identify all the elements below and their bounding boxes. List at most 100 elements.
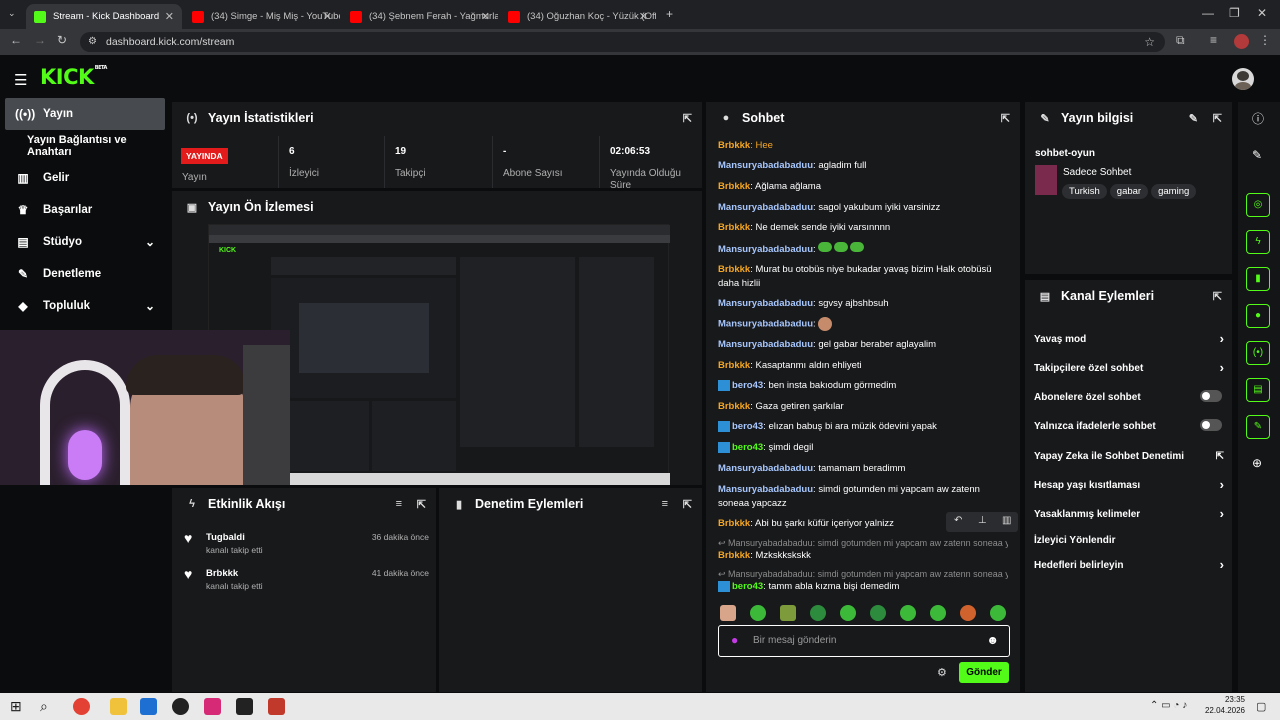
close-icon[interactable]: ✕ — [639, 10, 648, 23]
chat-message[interactable]: Mansuryabadabaduu: sgvsy ajbshbsuh — [718, 297, 1000, 311]
action-goals[interactable]: Hedefleri belirleyin › — [1034, 557, 1224, 572]
media-controls-icon[interactable]: ≡ — [1210, 33, 1217, 47]
emote-icon[interactable] — [900, 605, 916, 621]
emoji-icon[interactable]: ☻ — [986, 633, 999, 647]
info-icon[interactable]: ⓘ — [1252, 110, 1264, 127]
trash-icon[interactable]: ▥ — [1002, 515, 1011, 526]
emote-icon[interactable] — [870, 605, 886, 621]
popout-icon[interactable]: ⇱ — [1001, 112, 1010, 125]
chat-message[interactable]: Mansuryabadabaduu: — [718, 242, 1000, 257]
tab-kick-dashboard[interactable]: Stream - Kick Dashboard ✕ — [26, 4, 182, 29]
pin-icon[interactable]: ⊥ — [978, 515, 987, 526]
epic-games-icon[interactable] — [236, 698, 253, 715]
chat-message[interactable]: Brbkkk: Mzkskkskskk — [718, 549, 1000, 563]
close-icon[interactable]: ✕ — [323, 10, 332, 23]
file-explorer-icon[interactable] — [110, 698, 127, 715]
windows-start-icon[interactable]: ⊞ — [10, 698, 22, 715]
chat-message[interactable]: Mansuryabadabaduu: — [718, 317, 1000, 332]
emote-icon[interactable] — [720, 605, 736, 621]
chat-message[interactable]: Mansuryabadabaduu: tamamam beradimm — [718, 462, 1000, 476]
profile-avatar[interactable] — [1234, 34, 1249, 49]
edit-pencil-icon[interactable]: ✎ — [1252, 148, 1262, 162]
emotes-only-toggle[interactable] — [1200, 419, 1222, 431]
user-avatar[interactable] — [1232, 68, 1254, 90]
chat-bubble-icon[interactable]: ● — [1246, 304, 1270, 328]
filter-icon[interactable]: ≡ — [662, 498, 668, 510]
chat-message[interactable]: Mansuryabadabaduu: gel gabar beraber agl… — [718, 338, 1000, 352]
sidebar-item-basarilar[interactable]: ♛ Başarılar — [5, 194, 165, 226]
system-tray-icon[interactable]: ⌃ ▭ ◔ ♪ — [1150, 700, 1187, 711]
reload-icon[interactable]: ↻ — [57, 33, 67, 47]
emote-icon[interactable] — [780, 605, 796, 621]
add-widget-icon[interactable]: ⊕ — [1252, 456, 1262, 470]
app-icon[interactable] — [268, 698, 285, 715]
edit-pencil-icon[interactable]: ✎ — [1189, 112, 1198, 125]
sidebar-item-yayin[interactable]: ((•)) Yayın — [5, 98, 165, 130]
tab-youtube-3[interactable]: (34) Oğuzhan Koç - Yüzük (Offi ✕ — [500, 4, 656, 29]
tab-youtube-2[interactable]: (34) Şebnem Ferah - Yağmurlar ✕ — [342, 4, 498, 29]
kick-logo[interactable]: KICKBETA — [40, 65, 107, 89]
chat-message[interactable]: Brbkkk: Gaza getiren şarkılar — [718, 400, 1000, 414]
maximize-icon[interactable]: ❐ — [1229, 6, 1240, 20]
tab-search-icon[interactable]: ⌄ — [8, 8, 16, 19]
extensions-icon[interactable]: ⧉ — [1176, 33, 1185, 48]
obs-icon[interactable] — [172, 698, 189, 715]
close-icon[interactable]: ✕ — [481, 10, 490, 23]
chat-message[interactable]: Mansuryabadabaduu: simdi gotumden mi yap… — [718, 483, 1000, 511]
popout-icon[interactable]: ⇱ — [1213, 290, 1222, 303]
popout-icon[interactable]: ⇱ — [683, 112, 692, 125]
action-account-age[interactable]: Hesap yaşı kısıtlaması › — [1034, 477, 1224, 492]
more-menu-icon[interactable]: ⋮ — [1259, 33, 1271, 47]
site-info-icon[interactable]: ⚙ — [88, 32, 97, 52]
wrench-icon[interactable]: ✎ — [1246, 415, 1270, 439]
new-tab-icon[interactable]: + — [666, 7, 673, 21]
forward-icon[interactable]: → — [34, 33, 46, 47]
minimize-icon[interactable]: — — [1202, 6, 1214, 20]
chat-input[interactable]: ● Bir mesaj gönderin ☻ — [718, 625, 1010, 657]
emote-icon[interactable] — [750, 605, 766, 621]
chat-message[interactable]: Mansuryabadabaduu: agladim full — [718, 159, 1000, 173]
microphone-icon[interactable]: ● — [731, 633, 738, 647]
chat-message[interactable]: bero43: ben insta bakıodum görmedim — [718, 379, 1000, 393]
action-banned-words[interactable]: Yasaklanmış kelimeler › — [1034, 506, 1224, 521]
action-ai-moderation[interactable]: Yapay Zeka ile Sohbet Denetimi ⇱ — [1034, 451, 1224, 462]
filter-icon[interactable]: ≡ — [396, 498, 402, 510]
tab-youtube-1[interactable]: (34) Simge - Miş Miş - YouTube ✕ — [184, 4, 340, 29]
notification-icon[interactable]: ▢ — [1256, 700, 1266, 713]
reply-icon[interactable]: ↶ — [954, 515, 962, 526]
sidebar-item-denetleme[interactable]: ✎ Denetleme — [5, 258, 165, 290]
chat-message[interactable]: Brbkkk: Murat bu otobüs niye bukadar yav… — [718, 263, 1000, 291]
sidebar-item-gelir[interactable]: ▥ Gelir — [5, 162, 165, 194]
file-icon[interactable]: ▮ — [1246, 267, 1270, 291]
emote-icon[interactable] — [930, 605, 946, 621]
send-button[interactable]: Gönder — [959, 662, 1009, 683]
chrome-icon[interactable] — [73, 698, 90, 715]
chat-message[interactable]: bero43: şimdi degil — [718, 441, 1000, 455]
action-host[interactable]: İzleyici Yönlendir — [1034, 535, 1224, 546]
bolt-icon[interactable]: ϟ — [1246, 230, 1270, 254]
sidebar-item-stream-key[interactable]: Yayın Bağlantısı ve Anahtarı — [27, 130, 172, 162]
chat-message[interactable]: bero43: tamm abla kızma bişi demedim — [718, 580, 1000, 594]
focus-icon[interactable]: ◎ — [1246, 193, 1270, 217]
instagram-icon[interactable] — [204, 698, 221, 715]
search-icon[interactable]: ⌕ — [40, 698, 48, 715]
emote-icon[interactable] — [840, 605, 856, 621]
chat-message[interactable]: Brbkkk: Ne demek sende iyiki varsınnnn — [718, 221, 1000, 235]
broadcast-icon[interactable]: (•) — [1246, 341, 1270, 365]
store-icon[interactable] — [140, 698, 157, 715]
sidebar-item-topluluk[interactable]: ◆ Topluluk ⌄ — [5, 290, 165, 322]
emote-icon[interactable] — [990, 605, 1006, 621]
popout-icon[interactable]: ⇱ — [1213, 112, 1222, 125]
chat-message[interactable]: Brbkkk: Hee — [718, 139, 1000, 153]
chat-message[interactable]: Mansuryabadabaduu: sagol yakubum iyiki v… — [718, 201, 1000, 215]
close-icon[interactable]: ✕ — [165, 10, 174, 23]
chat-message[interactable]: Brbkkk: Ağlama ağlama — [718, 180, 1000, 194]
url-field[interactable]: ⚙ dashboard.kick.com/stream ☆ — [80, 32, 1165, 52]
chat-message[interactable]: Brbkkk: Kasaptanmı aldın ehliyeti — [718, 359, 1000, 373]
action-slow-mode[interactable]: Yavaş mod › — [1034, 331, 1224, 346]
bookmark-star-icon[interactable]: ☆ — [1144, 32, 1155, 52]
emote-icon[interactable] — [810, 605, 826, 621]
close-window-icon[interactable]: ✕ — [1257, 6, 1267, 20]
emote-icon[interactable] — [960, 605, 976, 621]
hamburger-menu-icon[interactable]: ☰ — [14, 71, 27, 89]
